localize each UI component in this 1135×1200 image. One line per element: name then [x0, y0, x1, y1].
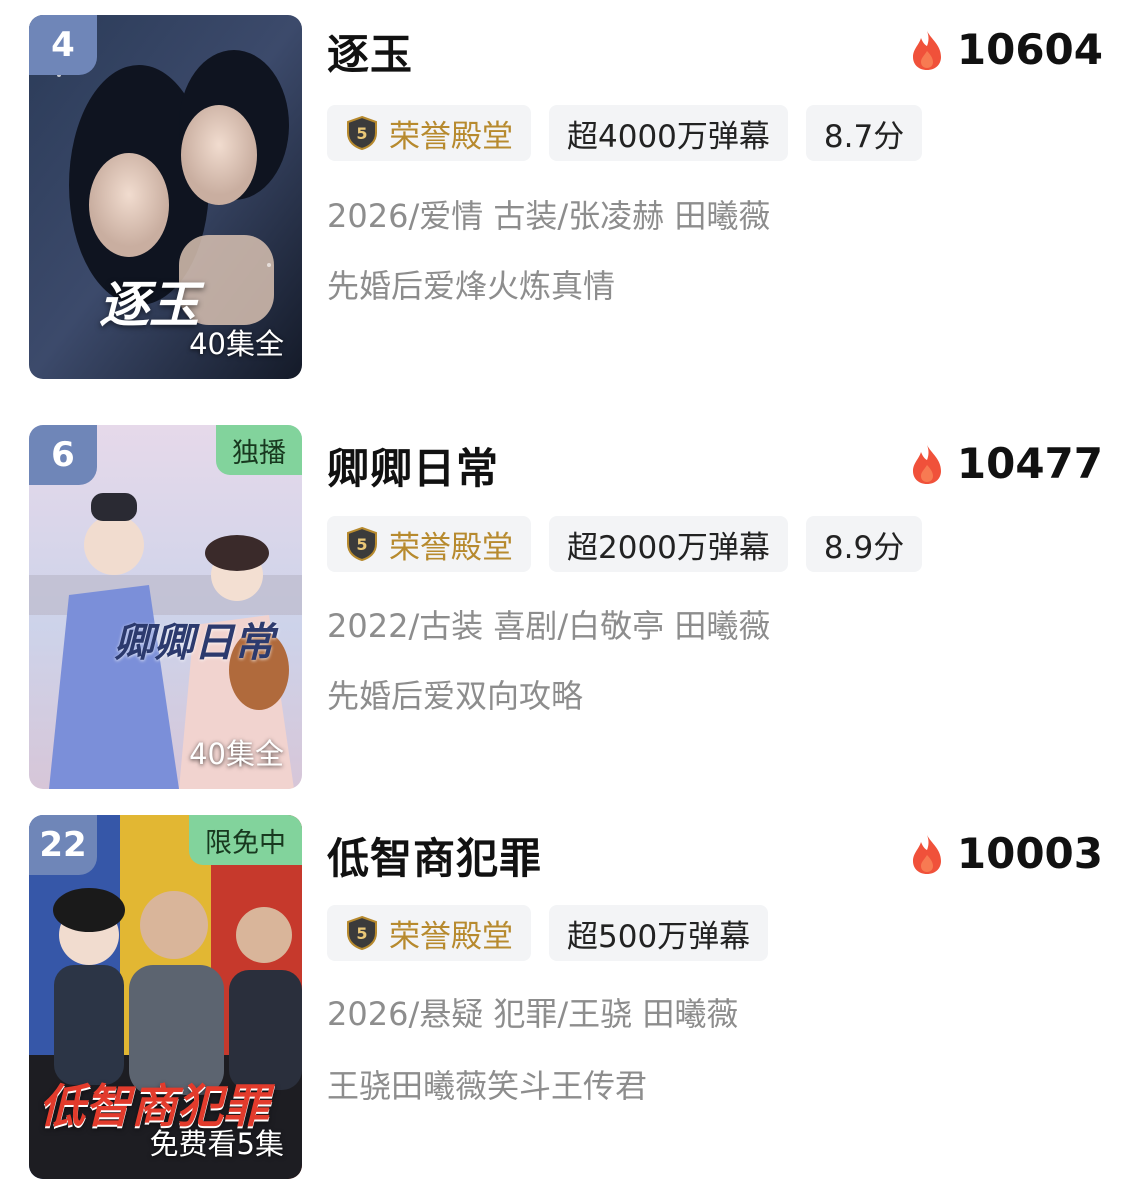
- poster[interactable]: 6 独播 卿卿日常 40集全: [29, 425, 302, 789]
- rank-badge: 4: [29, 15, 97, 75]
- danmaku-tag: 超2000万弹幕: [549, 516, 788, 572]
- flame-icon: [912, 30, 941, 70]
- free-badge: 限免中: [189, 815, 302, 865]
- tag-row: 5 荣誉殿堂 超4000万弹幕 8.7分: [327, 105, 923, 161]
- honor-badge-number: 5: [356, 924, 367, 943]
- episode-count: 免费看5集: [149, 1127, 284, 1161]
- poster-title: 逐玉: [99, 275, 199, 334]
- shield-badge-icon: 5: [347, 526, 377, 562]
- poster[interactable]: 22 限免中 低智商犯罪 免费看5集: [29, 815, 302, 1179]
- rank-badge: 6: [29, 425, 97, 485]
- drama-tagline: 先婚后爱双向攻略: [327, 677, 584, 715]
- list-item[interactable]: 22 限免中 低智商犯罪 免费看5集 低智商犯罪 10003 5 荣誉殿堂 超5…: [0, 815, 1135, 1185]
- heat-score: 10477: [909, 439, 1103, 488]
- drama-tagline: 先婚后爱烽火炼真情: [327, 267, 616, 305]
- honor-badge-number: 5: [356, 535, 367, 554]
- rank-badge: 22: [29, 815, 97, 875]
- tag-row: 5 荣誉殿堂 超500万弹幕: [327, 905, 769, 961]
- poster[interactable]: 4 逐玉 40集全: [29, 15, 302, 379]
- heat-value: 10003: [956, 829, 1103, 878]
- list-item[interactable]: 6 独播 卿卿日常 40集全 卿卿日常 10477 5 荣誉殿堂 超2000万弹…: [0, 425, 1135, 795]
- heat-value: 10477: [956, 439, 1103, 488]
- danmaku-tag: 超500万弹幕: [549, 905, 769, 961]
- score-tag: 8.9分: [805, 516, 923, 572]
- shield-badge-icon: 5: [347, 115, 377, 151]
- heat-value: 10604: [956, 25, 1103, 74]
- list-item[interactable]: 4 逐玉 40集全 逐玉 10604 5 荣誉殿堂 超4000万弹幕 8.7分 …: [0, 15, 1135, 385]
- poster-title: 卿卿日常: [114, 619, 274, 666]
- episode-count: 40集全: [189, 737, 284, 771]
- honor-label: 荣誉殿堂: [389, 918, 513, 955]
- drama-title[interactable]: 低智商犯罪: [327, 825, 542, 886]
- heat-score: 10003: [909, 829, 1103, 878]
- drama-info: 2026/爱情 古装/张凌赫 田曦薇: [327, 197, 771, 235]
- drama-title[interactable]: 逐玉: [327, 21, 413, 82]
- exclusive-badge: 独播: [216, 425, 302, 475]
- danmaku-tag: 超4000万弹幕: [549, 105, 788, 161]
- honor-tag[interactable]: 5 荣誉殿堂: [327, 516, 531, 572]
- honor-badge-number: 5: [356, 124, 367, 143]
- honor-tag[interactable]: 5 荣誉殿堂: [327, 105, 531, 161]
- honor-label: 荣誉殿堂: [389, 529, 513, 566]
- shield-badge-icon: 5: [347, 915, 377, 951]
- honor-label: 荣誉殿堂: [389, 118, 513, 155]
- flame-icon: [912, 444, 941, 484]
- episode-count: 40集全: [189, 327, 284, 361]
- drama-tagline: 王骁田曦薇笑斗王传君: [327, 1067, 648, 1105]
- flame-icon: [912, 834, 941, 874]
- honor-tag[interactable]: 5 荣誉殿堂: [327, 905, 531, 961]
- score-tag: 8.7分: [805, 105, 923, 161]
- drama-info: 2022/古装 喜剧/白敬亭 田曦薇: [327, 607, 771, 645]
- heat-score: 10604: [909, 25, 1103, 74]
- tag-row: 5 荣誉殿堂 超2000万弹幕 8.9分: [327, 516, 923, 572]
- drama-title[interactable]: 卿卿日常: [327, 435, 499, 496]
- drama-info: 2026/悬疑 犯罪/王骁 田曦薇: [327, 995, 739, 1033]
- drama-ranking-list: 4 逐玉 40集全 逐玉 10604 5 荣誉殿堂 超4000万弹幕 8.7分 …: [0, 0, 1135, 1200]
